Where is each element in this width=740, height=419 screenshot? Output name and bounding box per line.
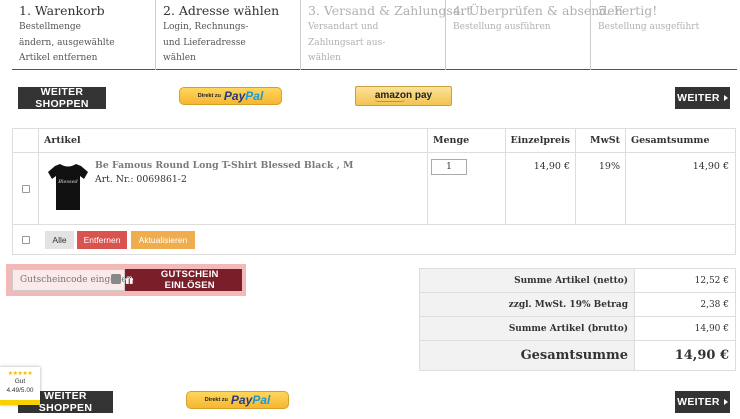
total-value: 14,90 € — [694, 323, 729, 334]
product-name-link[interactable]: Be Famous Round Long T-Shirt Blessed Bla… — [95, 160, 353, 171]
paypal-checkout-button[interactable]: Direkt zu Pay Pal — [179, 87, 282, 105]
header-select-cell — [13, 129, 39, 152]
total-label: zzgl. MwSt. 19% Betrag — [420, 293, 635, 316]
cart-table: Artikel Menge Einzelpreis MwSt Gesamtsum… — [12, 128, 736, 255]
column-header-article: Artikel — [39, 129, 428, 152]
paypal-checkout-button-bottom[interactable]: Direkt zu Pay Pal — [186, 391, 289, 409]
step-title: 5. Fertig! — [598, 3, 658, 18]
column-header-vat: MwSt — [576, 129, 626, 152]
update-button[interactable]: Aktualisieren — [131, 231, 195, 249]
product-sku: Art. Nr.: 0069861-2 — [95, 174, 187, 185]
select-all-checkbox[interactable] — [22, 235, 30, 244]
amazon-pay-logo: amazon pay — [374, 90, 433, 102]
step-done: 5. Fertig! Bestellung ausgeführt — [591, 0, 737, 70]
total-row-grand: Gesamtsumme 14,90 € — [420, 341, 735, 370]
order-totals: Summe Artikel (netto) 12,52 € zzgl. MwSt… — [419, 268, 736, 371]
autofill-icon[interactable] — [111, 274, 121, 284]
checkout-steps: 1. Warenkorb Bestellmenge ändern, ausgew… — [12, 0, 737, 70]
continue-shopping-button[interactable]: WEITER SHOPPEN — [18, 86, 106, 110]
star-rating-icon: ★★★★★ — [7, 371, 33, 377]
paypal-logo-pal: Pal — [252, 393, 271, 407]
paypal-logo-pal: Pal — [245, 89, 264, 103]
paypal-logo-pay: Pay — [223, 89, 246, 103]
shirt-print-text: Blessed — [57, 179, 78, 185]
step-description: Bestellung ausgeführt — [598, 22, 700, 32]
step-title: 3. Versand & Zahlungsart — [308, 3, 472, 18]
remove-button[interactable]: Entfernen — [77, 231, 127, 249]
select-all-button[interactable]: Alle — [45, 231, 74, 249]
grand-total-value: 14,90 € — [674, 348, 729, 363]
step-description: Bestellung ausführen — [453, 22, 551, 32]
column-header-quantity: Menge — [428, 129, 506, 152]
step-title: 4. Überprüfen & absenden — [453, 3, 623, 18]
amazon-pay-button[interactable]: amazon pay — [355, 86, 452, 106]
step-description: Login, Rechnungs- und Lieferadresse wähl… — [163, 22, 249, 63]
total-label: Summe Artikel (brutto) — [420, 317, 635, 340]
total-label: Summe Artikel (netto) — [420, 269, 635, 292]
vat-rate: 19% — [576, 153, 626, 224]
unit-price: 14,90 € — [506, 153, 576, 224]
voucher-form: GUTSCHEIN EINLÖSEN — [6, 264, 246, 296]
step-review: 4. Überprüfen & absenden Bestellung ausf… — [446, 0, 623, 70]
gift-icon — [125, 275, 134, 284]
amazon-smile-icon — [374, 99, 405, 102]
total-row-gross: Summe Artikel (brutto) 14,90 € — [420, 317, 735, 341]
arrow-right-icon — [723, 399, 728, 405]
step-description: Versandart und Zahlungsart aus- wählen — [308, 22, 386, 63]
step-address[interactable]: 2. Adresse wählen Login, Rechnungs- und … — [156, 0, 301, 70]
table-row: Blessed Be Famous Round Long T-Shirt Ble… — [13, 153, 735, 225]
column-header-unit-price: Einzelpreis — [506, 129, 576, 152]
rating-label: Gut — [14, 378, 26, 385]
badge-bar — [0, 400, 40, 405]
row-select-cell — [13, 153, 39, 224]
cart-actions-row: Alle Entfernen Aktualisieren — [13, 225, 735, 254]
paypal-prefix: Direkt zu — [197, 93, 221, 99]
rating-badge[interactable]: ★★★★★ Gut 4.49/5.00 — [0, 367, 40, 405]
tshirt-image[interactable]: Blessed — [43, 158, 93, 216]
total-row-vat: zzgl. MwSt. 19% Betrag 2,38 € — [420, 293, 735, 317]
rating-score: 4.49/5.00 — [6, 387, 34, 394]
next-step-button[interactable]: WEITER — [675, 87, 730, 109]
column-header-total: Gesamtsumme — [631, 135, 710, 146]
total-value: 12,52 € — [694, 275, 729, 286]
step-cart[interactable]: 1. Warenkorb Bestellmenge ändern, ausgew… — [12, 0, 156, 70]
step-title: 2. Adresse wählen — [163, 3, 280, 18]
step-title: 1. Warenkorb — [19, 3, 105, 18]
total-value: 2,38 € — [700, 299, 729, 310]
paypal-logo-pay: Pay — [230, 393, 253, 407]
item-total: 14,90 € — [692, 161, 729, 172]
total-row-net: Summe Artikel (netto) 12,52 € — [420, 269, 735, 293]
arrow-right-icon — [723, 95, 728, 101]
paypal-prefix: Direkt zu — [204, 397, 228, 403]
voucher-code-input[interactable] — [12, 269, 125, 291]
item-checkbox[interactable] — [21, 184, 30, 193]
step-shipping-payment: 3. Versand & Zahlungsart Versandart und … — [301, 0, 472, 70]
cart-table-header: Artikel Menge Einzelpreis MwSt Gesamtsum… — [13, 129, 735, 153]
redeem-voucher-button[interactable]: GUTSCHEIN EINLÖSEN — [125, 269, 242, 291]
next-step-button-bottom[interactable]: WEITER — [675, 391, 730, 413]
grand-total-label: Gesamtsumme — [420, 341, 635, 370]
step-description: Bestellmenge ändern, ausgewählte Artikel… — [19, 22, 115, 63]
quantity-input[interactable] — [431, 159, 467, 175]
select-all-cell — [13, 225, 39, 254]
